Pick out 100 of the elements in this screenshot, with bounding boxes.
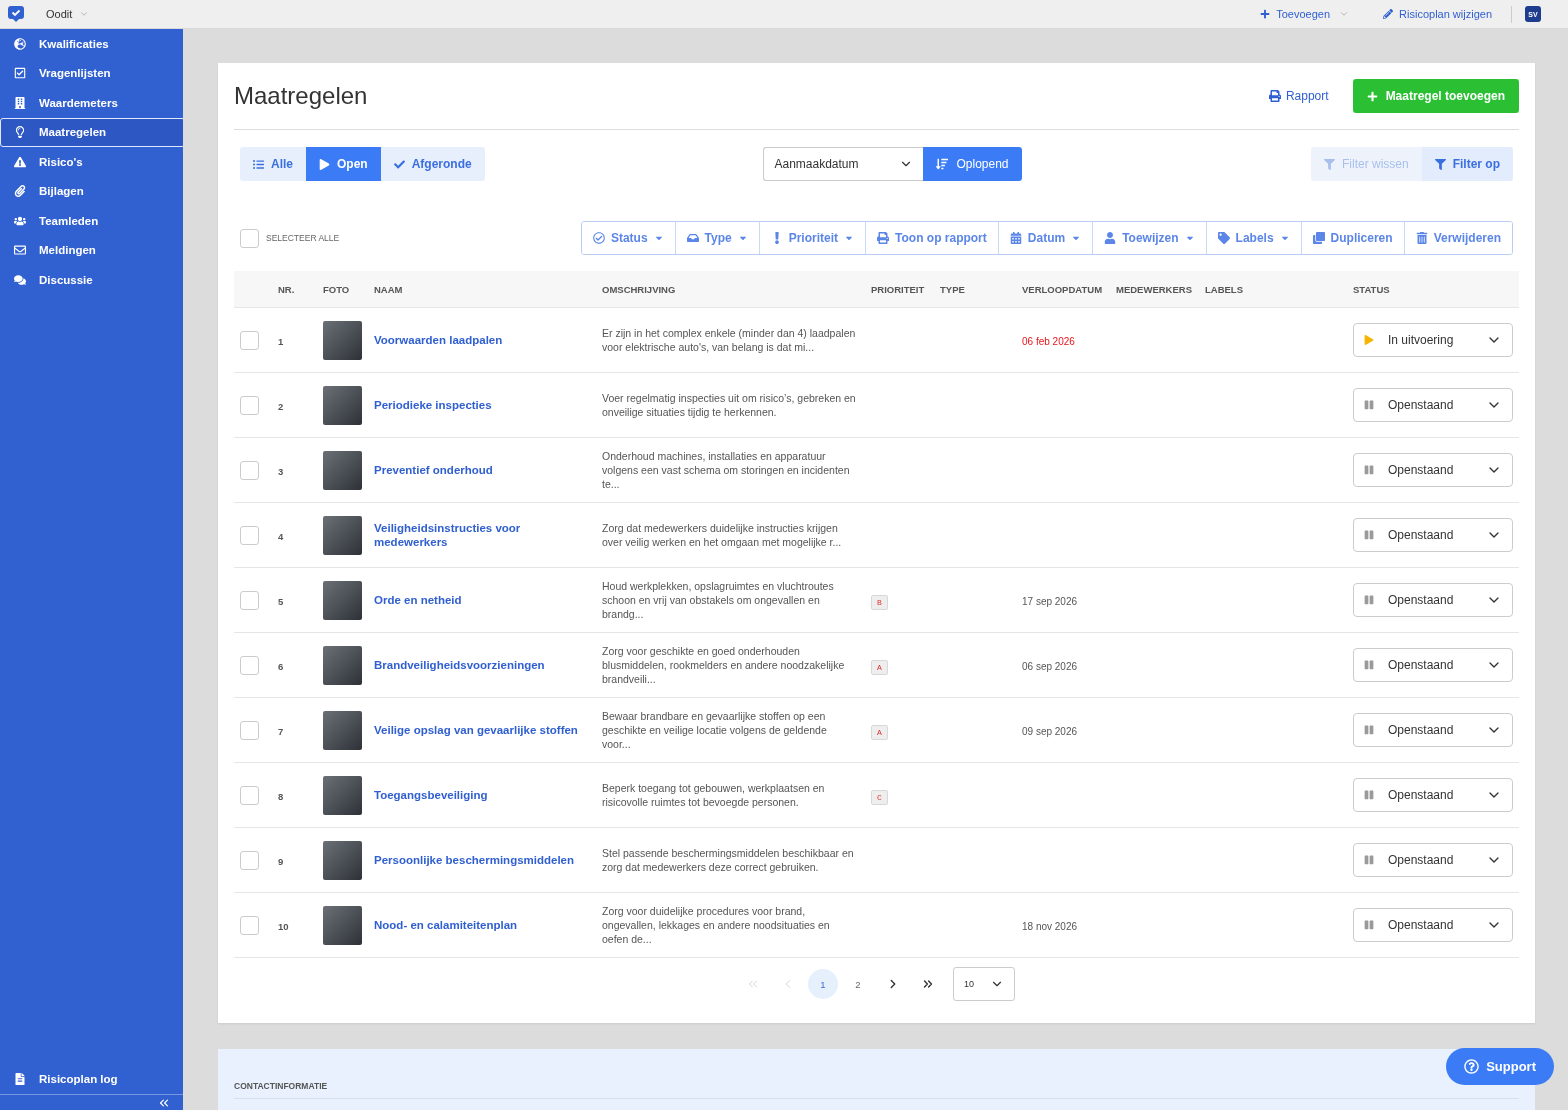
- lightbulb-icon: [14, 126, 26, 139]
- filter-tab[interactable]: Afgeronde: [380, 147, 485, 181]
- page-size-select[interactable]: 10: [953, 967, 1015, 1001]
- sidebar-item[interactable]: Discussie: [0, 265, 183, 295]
- measure-name-link[interactable]: Periodieke inspecties: [374, 398, 594, 412]
- status-select[interactable]: Openstaand: [1353, 583, 1513, 617]
- sidebar-item[interactable]: Vragenlijsten: [0, 58, 183, 88]
- row-number: 8: [278, 791, 284, 802]
- status-select[interactable]: Openstaand: [1353, 908, 1513, 942]
- status-select[interactable]: In uitvoering: [1353, 323, 1513, 357]
- user-icon: [1104, 232, 1117, 244]
- due-date: 06 sep 2026: [1022, 661, 1078, 672]
- measure-name-link[interactable]: Voorwaarden laadpalen: [374, 333, 594, 347]
- row-checkbox[interactable]: [240, 330, 259, 350]
- description-text: Beperk toegang tot gebouwen, werkplaatsen en risicovolle ruimtes tot bevoegde personen.: [602, 781, 826, 809]
- measure-name-link[interactable]: Nood- en calamiteitenplan: [374, 918, 594, 932]
- chevron-down-icon: [1339, 9, 1350, 19]
- checkbox-icon: [14, 67, 26, 80]
- row-number: 3: [278, 466, 284, 477]
- sidebar-item[interactable]: Waardemeters: [0, 88, 183, 118]
- row-checkbox[interactable]: [240, 785, 259, 805]
- printer-icon: [877, 232, 890, 244]
- filter-tab[interactable]: Alle: [240, 147, 306, 181]
- pencil-icon: [1383, 9, 1394, 19]
- status-select[interactable]: Openstaand: [1353, 518, 1513, 552]
- add-menu-button[interactable]: Toevoegen: [1260, 6, 1350, 22]
- pause-icon: [1364, 725, 1374, 735]
- measure-name-link[interactable]: Preventief onderhoud: [374, 463, 594, 477]
- row-number: 7: [278, 726, 284, 737]
- sidebar-item[interactable]: Risicoplan log: [0, 1064, 183, 1094]
- sort-order-button[interactable]: Oplopend: [923, 147, 1022, 181]
- due-date: 06 feb 2026: [1022, 336, 1075, 347]
- measure-name-link[interactable]: Veilige opslag van gevaarlijke stoffen: [374, 723, 594, 737]
- description-text: Houd werkplekken, opslagruimtes en vluchtroutes schoon en vrij van obstakels om ongevallen en brandg...: [602, 579, 835, 621]
- apply-filter-button[interactable]: Filter op: [1421, 147, 1513, 181]
- pause-icon: [1364, 660, 1374, 670]
- sidebar-item[interactable]: Kwalificaties: [0, 29, 183, 59]
- row-checkbox[interactable]: [240, 395, 259, 415]
- printer-icon: [1268, 90, 1281, 102]
- workspace-switcher[interactable]: Oodit: [46, 6, 90, 22]
- column-header: STATUS: [1352, 283, 1391, 295]
- paperclip-icon: [14, 185, 26, 198]
- description-text: Zorg voor duidelijke procedures voor brand, ongevallen, lekkages en andere noodsituaties en oefen de...: [602, 904, 831, 946]
- status-select[interactable]: Openstaand: [1353, 648, 1513, 682]
- description-text: Zorg voor geschikte en goed onderhouden blusmiddelen, rookmelders en andere noodzakelijke brandveili...: [602, 644, 846, 686]
- sidebar-item[interactable]: Maatregelen: [0, 117, 185, 147]
- measure-name-link[interactable]: Toegangsbeveiliging: [374, 788, 594, 802]
- status-select[interactable]: Openstaand: [1353, 843, 1513, 877]
- priority-badge: A: [871, 724, 888, 740]
- status-select[interactable]: Openstaand: [1353, 713, 1513, 747]
- priority-badge: A: [871, 659, 888, 675]
- sidebar-item[interactable]: Risico's: [0, 147, 183, 177]
- page-button[interactable]: 1: [808, 969, 838, 999]
- help-icon: [1464, 1059, 1480, 1074]
- report-link[interactable]: Rapport: [1268, 87, 1329, 105]
- column-header: VERLOOPDATUM: [1021, 283, 1104, 295]
- row-checkbox[interactable]: [240, 915, 259, 935]
- play-icon: [1364, 335, 1374, 345]
- measure-name-link[interactable]: Orde en netheid: [374, 593, 594, 607]
- sort-field-select[interactable]: Aanmaakdatum: [763, 147, 924, 181]
- photo-placeholder: [323, 320, 362, 360]
- page-title: Maatregelen: [234, 82, 368, 110]
- collapse-sidebar-button[interactable]: [157, 1096, 171, 1110]
- column-header: PRIORITEIT: [870, 283, 926, 295]
- measure-name-link[interactable]: Veiligheidsinstructies voor medewerkers: [374, 521, 594, 549]
- sidebar-item[interactable]: Teamleden: [0, 206, 183, 236]
- filter-tab[interactable]: Open: [306, 147, 381, 181]
- photo-placeholder: [323, 905, 362, 945]
- page-button[interactable]: 2: [843, 969, 873, 999]
- status-select[interactable]: Openstaand: [1353, 388, 1513, 422]
- double-chevron-left-icon: [157, 1096, 171, 1110]
- status-select[interactable]: Openstaand: [1353, 778, 1513, 812]
- sidebar-item[interactable]: Meldingen: [0, 235, 183, 265]
- column-header: MEDEWERKERS: [1115, 283, 1193, 295]
- row-checkbox[interactable]: [240, 525, 259, 545]
- bulk-action-button[interactable]: Verwijderen: [1403, 222, 1512, 254]
- priority-badge: B: [871, 594, 888, 610]
- row-checkbox[interactable]: [240, 850, 259, 870]
- photo-placeholder: [323, 645, 362, 685]
- support-button[interactable]: Support: [1446, 1048, 1554, 1085]
- column-header: NAAM: [373, 283, 404, 295]
- row-checkbox[interactable]: [240, 460, 259, 480]
- row-checkbox[interactable]: [240, 720, 259, 740]
- edit-plan-link[interactable]: Risicoplan wijzigen: [1383, 6, 1492, 22]
- tag-icon: [1217, 232, 1230, 244]
- pause-icon: [1364, 790, 1374, 800]
- measure-name-link[interactable]: Brandveiligheidsvoorzieningen: [374, 658, 594, 672]
- row-checkbox[interactable]: [240, 655, 259, 675]
- tray-icon: [686, 232, 699, 244]
- sidebar-item[interactable]: Bijlagen: [0, 176, 183, 206]
- select-all-label: SELECTEER ALLE: [266, 233, 340, 243]
- status-select[interactable]: Openstaand: [1353, 453, 1513, 487]
- globe-icon: [14, 37, 26, 50]
- column-header: FOTO: [322, 283, 351, 295]
- select-all-checkbox[interactable]: [240, 228, 259, 248]
- pause-icon: [1364, 400, 1374, 410]
- photo-placeholder: [323, 450, 362, 490]
- row-checkbox[interactable]: [240, 590, 259, 610]
- measure-name-link[interactable]: Persoonlijke beschermingsmiddelen: [374, 853, 594, 867]
- users-icon: [14, 214, 26, 227]
